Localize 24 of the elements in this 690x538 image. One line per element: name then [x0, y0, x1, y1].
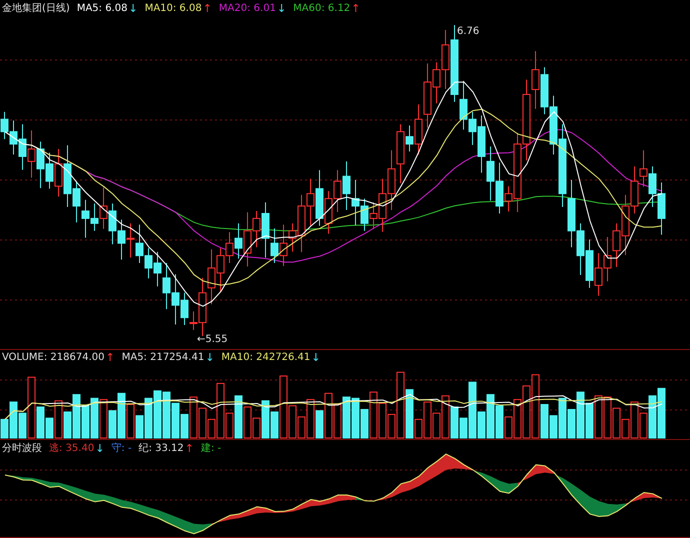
indicator-reading: MA10: 242726.41 [221, 352, 310, 363]
indicator-reading: 逃: 35.40 [49, 442, 94, 455]
trend-arrow: ↑ [351, 2, 360, 14]
indicator-reading: MA10: 6.08 [144, 2, 202, 14]
trend-arrow: ↑ [184, 442, 194, 454]
trend-arrow: ↓ [128, 2, 138, 14]
indicator-reading: MA5: 217254.41 [122, 352, 204, 363]
indicator-reading: VOLUME: 218674.00 [2, 352, 104, 363]
indicator-reading: MA60: 6.12 [293, 2, 350, 14]
trend-arrow: ↓ [311, 351, 320, 364]
indicator-reading: 守: - [111, 442, 132, 455]
trend-arrow: ↓ [276, 2, 286, 14]
trend-arrow: ↑ [106, 351, 115, 364]
indicator-reading: 建: - [200, 442, 222, 455]
indicator-reading: MA5: 6.08 [76, 2, 128, 14]
indicator-reading: 纪: 33.12 [138, 442, 184, 455]
trend-arrow: ↓ [95, 442, 104, 454]
indicator-reading: MA20: 6.01 [218, 2, 276, 14]
low-price-label: ←5.55 [197, 334, 228, 345]
chart-title: 金地集团(日线) [2, 2, 70, 15]
high-price-label: 6.76 [457, 26, 480, 37]
trend-arrow: ↓ [205, 351, 214, 364]
indicator-title: 分时波段 [2, 442, 42, 455]
trend-arrow: ↑ [202, 2, 212, 14]
